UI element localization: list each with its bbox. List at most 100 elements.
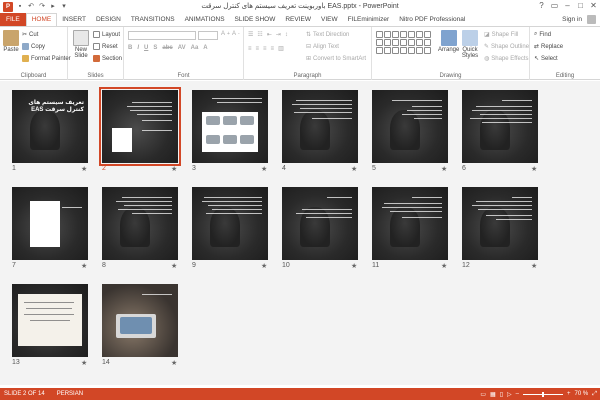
shape-outline-button[interactable]: ✎ Shape Outline xyxy=(484,43,529,51)
underline-icon[interactable]: U xyxy=(144,45,148,51)
slide-thumbnail-10[interactable] xyxy=(282,187,358,260)
tab-file[interactable]: FILE xyxy=(0,13,26,26)
tab-review[interactable]: REVIEW xyxy=(280,13,316,26)
fit-window-icon[interactable]: ⤢ xyxy=(592,391,597,398)
undo-icon[interactable]: ↶ xyxy=(27,3,35,11)
quick-styles-button[interactable]: Quick Styles xyxy=(460,30,480,59)
slide-thumbnail-2[interactable] xyxy=(99,87,181,166)
shape-fill-button[interactable]: ◪ Shape Fill xyxy=(484,31,518,39)
select-button[interactable]: ↖ Select xyxy=(534,55,558,63)
character-spacing-icon[interactable]: AV xyxy=(178,45,186,51)
zoom-in-button[interactable]: + xyxy=(567,391,571,397)
redo-icon[interactable]: ↷ xyxy=(38,3,46,11)
find-button[interactable]: ⌕ Find xyxy=(534,31,551,38)
tab-animations[interactable]: ANIMATIONS xyxy=(180,13,230,26)
text-direction-button[interactable]: ⇅ Text Direction xyxy=(306,31,349,39)
tab-transitions[interactable]: TRANSITIONS xyxy=(126,13,180,26)
transition-star-icon[interactable]: ★ xyxy=(261,262,267,270)
align-center-icon[interactable]: ≡ xyxy=(256,46,260,52)
convert-smartart-button[interactable]: ⊞ Convert to SmartArt xyxy=(306,55,366,63)
transition-star-icon[interactable]: ★ xyxy=(531,262,537,270)
slide-thumbnail-6[interactable] xyxy=(462,90,538,163)
font-name-input[interactable] xyxy=(128,31,196,40)
transition-star-icon[interactable]: ★ xyxy=(171,262,177,270)
transition-star-icon[interactable]: ★ xyxy=(351,262,357,270)
slide-thumbnail-12[interactable] xyxy=(462,187,538,260)
reset-button[interactable]: Reset xyxy=(93,43,118,50)
ribbon-display-options-button[interactable]: ▭ xyxy=(548,0,561,13)
avatar[interactable] xyxy=(587,15,596,24)
slide-thumbnail-11[interactable] xyxy=(372,187,448,260)
tab-fileminimizer[interactable]: FILEminimizer xyxy=(343,13,395,26)
tab-slide-show[interactable]: SLIDE SHOW xyxy=(230,13,281,26)
save-icon[interactable]: ▪ xyxy=(16,3,24,11)
tab-view[interactable]: VIEW xyxy=(316,13,343,26)
zoom-out-button[interactable]: – xyxy=(516,391,519,397)
transition-star-icon[interactable]: ★ xyxy=(171,165,177,173)
decrease-indent-icon[interactable]: ⇤ xyxy=(267,31,272,38)
strikethrough-icon[interactable]: abc xyxy=(162,45,172,51)
slide-thumbnail-3[interactable] xyxy=(192,90,268,163)
slide-thumbnail-8[interactable] xyxy=(102,187,178,260)
maximize-button[interactable]: □ xyxy=(574,0,587,13)
grow-font-icon[interactable]: A + xyxy=(221,31,230,37)
transition-star-icon[interactable]: ★ xyxy=(81,165,87,173)
tab-nitro-pdf[interactable]: Nitro PDF Professional xyxy=(394,13,470,26)
shadow-icon[interactable]: S xyxy=(153,45,157,51)
transition-star-icon[interactable]: ★ xyxy=(81,359,87,367)
slide-sorter-view-icon[interactable]: ▦ xyxy=(490,391,496,398)
zoom-slider[interactable] xyxy=(522,391,563,397)
justify-icon[interactable]: ≡ xyxy=(271,46,275,52)
change-case-icon[interactable]: Aa xyxy=(191,45,199,51)
transition-star-icon[interactable]: ★ xyxy=(531,165,537,173)
shape-effects-button[interactable]: ◍ Shape Effects xyxy=(484,55,529,63)
transition-star-icon[interactable]: ★ xyxy=(441,165,447,173)
sign-in-link[interactable]: Sign in xyxy=(562,13,582,26)
customize-qat-icon[interactable]: ▾ xyxy=(60,3,68,11)
replace-button[interactable]: ⇄ Replace xyxy=(534,43,563,51)
slide-thumbnail-1[interactable]: تعریف سیستم های کنترل سرقت EAS xyxy=(12,90,88,163)
minimize-button[interactable]: – xyxy=(561,0,574,13)
font-color-icon[interactable]: A xyxy=(203,45,207,51)
normal-view-icon[interactable]: ▭ xyxy=(480,391,486,398)
columns-icon[interactable]: ▥ xyxy=(278,45,284,52)
slide-thumbnail-9[interactable] xyxy=(192,187,268,260)
language-indicator[interactable]: PERSIAN xyxy=(57,391,83,397)
layout-button[interactable]: Layout xyxy=(93,31,120,38)
close-button[interactable]: ✕ xyxy=(587,0,600,13)
reading-view-icon[interactable]: ▯ xyxy=(500,391,503,398)
font-size-input[interactable] xyxy=(198,31,218,40)
transition-star-icon[interactable]: ★ xyxy=(171,359,177,367)
shapes-gallery[interactable] xyxy=(376,31,431,61)
tab-home[interactable]: HOME xyxy=(25,13,58,26)
transition-star-icon[interactable]: ★ xyxy=(441,262,447,270)
tab-design[interactable]: DESIGN xyxy=(91,13,126,26)
new-slide-button[interactable]: New Slide xyxy=(71,30,91,59)
slide-thumbnail-5[interactable] xyxy=(372,90,448,163)
align-right-icon[interactable]: ≡ xyxy=(263,46,267,52)
format-painter-button[interactable]: Format Painter xyxy=(22,55,71,62)
bold-icon[interactable]: B xyxy=(128,45,132,51)
align-text-button[interactable]: ⊟ Align Text xyxy=(306,43,339,51)
paste-button[interactable]: Paste xyxy=(3,30,19,53)
arrange-button[interactable]: Arrange xyxy=(438,30,459,53)
section-button[interactable]: Section xyxy=(93,55,122,62)
zoom-level[interactable]: 70 % xyxy=(575,391,589,397)
copy-button[interactable]: Copy xyxy=(22,43,45,50)
slide-thumbnail-13[interactable] xyxy=(12,284,88,357)
tab-insert[interactable]: INSERT xyxy=(57,13,91,26)
bullets-icon[interactable]: ☰ xyxy=(248,31,253,38)
slide-thumbnail-4[interactable] xyxy=(282,90,358,163)
numbering-icon[interactable]: ☷ xyxy=(257,31,262,38)
transition-star-icon[interactable]: ★ xyxy=(261,165,267,173)
line-spacing-icon[interactable]: ↕ xyxy=(285,32,288,38)
shrink-font-icon[interactable]: A- xyxy=(232,31,240,37)
italic-icon[interactable]: I xyxy=(137,45,139,51)
cut-button[interactable]: ✂ Cut xyxy=(22,31,38,39)
slideshow-view-icon[interactable]: ▷ xyxy=(507,391,512,398)
start-slideshow-icon[interactable]: ▸ xyxy=(49,3,57,11)
align-left-icon[interactable]: ≡ xyxy=(248,46,252,52)
increase-indent-icon[interactable]: ⇥ xyxy=(276,31,281,38)
transition-star-icon[interactable]: ★ xyxy=(351,165,357,173)
powerpoint-app-icon[interactable]: P xyxy=(3,1,13,12)
